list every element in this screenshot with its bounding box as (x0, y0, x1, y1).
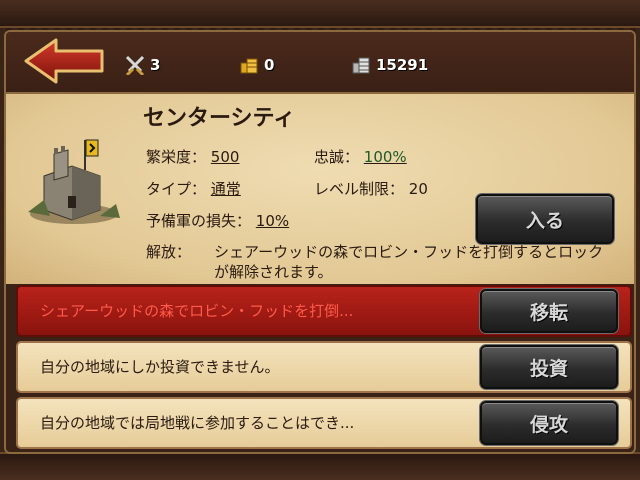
city-name: センターシティ (143, 106, 296, 131)
type-label: タイプ： (146, 180, 207, 198)
type-row: タイプ： 通常 (146, 178, 241, 199)
invade-text: 自分の地域では局地戦に参加することはでき... (40, 414, 355, 432)
silver-counter: 15291 (350, 54, 428, 76)
prosperity-value: 500 (210, 148, 240, 166)
swords-counter: 3 (124, 54, 160, 76)
invade-button[interactable]: 侵攻 (480, 401, 618, 445)
invade-row: 自分の地域では局地戦に参加することはでき... 侵攻 (16, 397, 632, 449)
back-button[interactable] (22, 36, 108, 86)
gold-value: 0 (264, 56, 275, 74)
swords-value: 3 (150, 56, 161, 74)
bottom-border (0, 452, 640, 480)
city-info: センターシティ 繁栄度： 500 忠誠： 100% タイプ： 通常 レベル制限：… (6, 94, 634, 284)
silver-coins-icon (352, 57, 370, 74)
reserve-loss-value: 10% (255, 212, 290, 230)
relocate-button[interactable]: 移転 (480, 289, 618, 333)
type-value: 通常 (210, 180, 241, 198)
relocate-text: シェアーウッドの森でロビン・フッドを打倒... (40, 302, 354, 320)
gold-coins-icon (240, 58, 258, 74)
silver-value: 15291 (376, 56, 429, 74)
castle-icon (28, 139, 120, 224)
invest-button[interactable]: 投資 (480, 345, 618, 389)
level-limit-row: レベル制限： 20 (314, 178, 428, 199)
level-limit-label: レベル制限： (314, 180, 405, 198)
loyalty-value: 100% (363, 148, 407, 166)
unlock-label: 解放： (146, 243, 192, 261)
prosperity-label: 繁栄度： (146, 148, 207, 166)
invest-row: 自分の地域にしか投資できません。 投資 (16, 341, 632, 393)
resource-bar: 3 0 15291 (6, 32, 634, 94)
prosperity-row: 繁栄度： 500 (146, 146, 239, 167)
loyalty-label: 忠誠： (314, 148, 360, 166)
loyalty-row: 忠誠： 100% (314, 146, 407, 167)
city-panel: 3 0 15291 センターシティ 繁栄度： 500 忠誠： 100% タイプ：… (4, 30, 636, 454)
top-border (0, 0, 640, 28)
enter-button[interactable]: 入る (476, 194, 614, 244)
back-arrow-icon (24, 38, 104, 84)
reserve-loss-row: 予備軍の損失： 10% (146, 210, 289, 231)
gold-counter: 0 (238, 54, 274, 76)
unlock-text: シェアーウッドの森でロビン・フッドを打倒するとロックが解除されます。 (214, 243, 604, 281)
invest-text: 自分の地域にしか投資できません。 (40, 358, 280, 376)
level-limit-value: 20 (408, 180, 428, 198)
reserve-loss-label: 予備軍の損失： (146, 212, 252, 230)
relocate-row: シェアーウッドの森でロビン・フッドを打倒... 移転 (16, 285, 632, 337)
crossed-swords-icon (125, 55, 145, 75)
